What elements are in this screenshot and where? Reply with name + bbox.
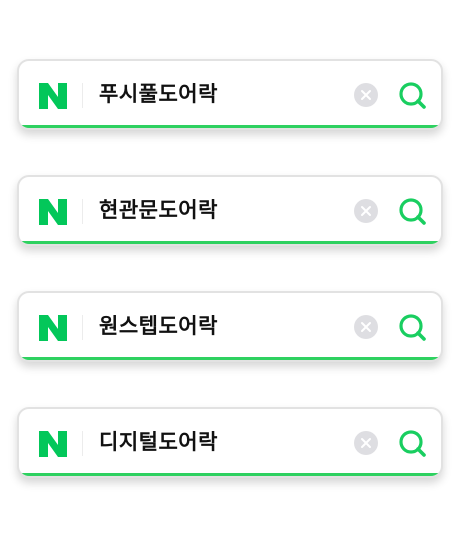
- search-bar[interactable]: 원스텝도어락: [17, 291, 443, 362]
- search-query-text[interactable]: 푸시풀도어락: [99, 61, 218, 128]
- clear-x-icon: [361, 90, 371, 100]
- search-query-text[interactable]: 현관문도어락: [99, 177, 218, 244]
- clear-button[interactable]: [354, 83, 378, 107]
- clear-button[interactable]: [354, 431, 378, 455]
- active-underline: [19, 357, 441, 360]
- divider: [82, 431, 83, 456]
- search-bar[interactable]: 현관문도어락: [17, 175, 443, 246]
- naver-n-logo-icon[interactable]: [39, 315, 67, 341]
- search-query-text[interactable]: 원스텝도어락: [99, 293, 218, 360]
- clear-button[interactable]: [354, 199, 378, 223]
- divider: [82, 83, 83, 108]
- naver-n-logo-icon[interactable]: [39, 431, 67, 457]
- search-bar[interactable]: 푸시풀도어락: [17, 59, 443, 130]
- search-query-text[interactable]: 디지털도어락: [99, 409, 218, 476]
- divider: [82, 199, 83, 224]
- search-bar[interactable]: 디지털도어락: [17, 407, 443, 478]
- naver-n-logo-icon[interactable]: [39, 83, 67, 109]
- clear-x-icon: [361, 206, 371, 216]
- clear-x-icon: [361, 322, 371, 332]
- clear-x-icon: [361, 438, 371, 448]
- active-underline: [19, 473, 441, 476]
- active-underline: [19, 125, 441, 128]
- naver-n-logo-icon[interactable]: [39, 199, 67, 225]
- search-magnifier-icon[interactable]: [397, 80, 429, 112]
- active-underline: [19, 241, 441, 244]
- divider: [82, 315, 83, 340]
- search-magnifier-icon[interactable]: [397, 312, 429, 344]
- search-magnifier-icon[interactable]: [397, 428, 429, 460]
- search-magnifier-icon[interactable]: [397, 196, 429, 228]
- clear-button[interactable]: [354, 315, 378, 339]
